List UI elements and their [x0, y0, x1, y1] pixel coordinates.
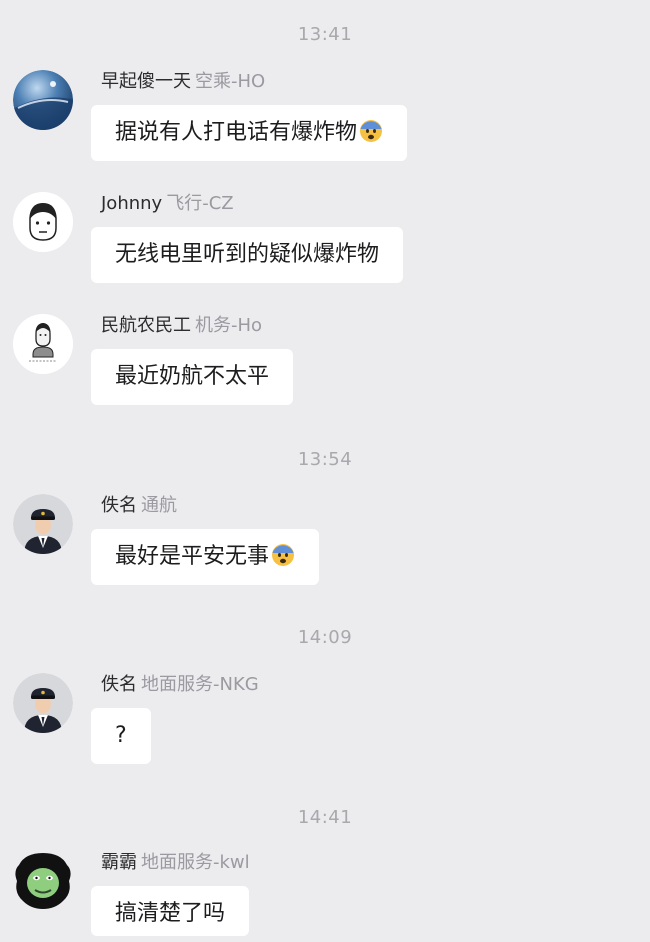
sender-role: 地面服务-kwl [141, 852, 250, 873]
sender-role: 机务-Ho [195, 315, 263, 336]
message-text: 最近奶航不太平 [115, 364, 270, 389]
sender-role: 飞行-CZ [166, 193, 234, 214]
fearful-face-emoji [359, 119, 383, 143]
message-bubble[interactable]: 据说有人打电话有爆炸物 [91, 105, 408, 161]
timestamp: 13:54 [297, 449, 353, 470]
message-text: 无线电里听到的疑似爆炸物 [115, 242, 380, 267]
sender-role: 通航 [141, 495, 177, 516]
timestamp: 14:41 [297, 807, 353, 828]
sender-name[interactable]: 佚名 [101, 674, 137, 695]
fearful-face-emoji [271, 543, 295, 567]
message-text: 最好是平安无事 [115, 544, 270, 569]
sender-name[interactable]: 佚名 [101, 495, 137, 516]
pilot-avatar[interactable] [13, 494, 73, 554]
message-bubble[interactable]: 最近奶航不太平 [91, 349, 294, 405]
pilot-avatar[interactable] [13, 673, 73, 733]
message-text: 据说有人打电话有爆炸物 [115, 120, 358, 145]
message-bubble[interactable]: 无线电里听到的疑似爆炸物 [91, 227, 404, 283]
sender-line: Johnny 飞行-CZ [101, 192, 234, 216]
sender-name[interactable]: Johnny [101, 193, 162, 214]
cartoon-worker-avatar[interactable] [13, 314, 73, 374]
sender-line: 佚名 地面服务-NKG [101, 673, 259, 697]
message-bubble[interactable]: 最好是平安无事 [91, 529, 320, 585]
sender-line: 佚名 通航 [101, 494, 177, 518]
sender-name[interactable]: 霸霸 [101, 852, 137, 873]
sender-name[interactable]: 早起傻一天 [101, 71, 191, 92]
timestamp: 13:41 [297, 24, 353, 45]
timestamp: 14:09 [297, 627, 353, 648]
earth-sky-avatar[interactable] [13, 70, 73, 130]
sender-line: 霸霸 地面服务-kwl [101, 851, 250, 875]
sender-name[interactable]: 民航农民工 [101, 315, 191, 336]
meme-face-avatar[interactable] [13, 851, 73, 911]
sender-line: 早起傻一天 空乘-HO [101, 70, 265, 94]
sender-line: 民航农民工 机务-Ho [101, 314, 262, 338]
message-text: 搞清楚了吗 [115, 901, 226, 926]
sender-role: 地面服务-NKG [141, 674, 259, 695]
message-bubble[interactable]: ? [91, 708, 151, 764]
sender-role: 空乘-HO [195, 71, 266, 92]
message-text: ? [115, 723, 127, 748]
message-bubble[interactable]: 搞清楚了吗 [91, 886, 250, 936]
cartoon-man-avatar[interactable] [13, 192, 73, 252]
